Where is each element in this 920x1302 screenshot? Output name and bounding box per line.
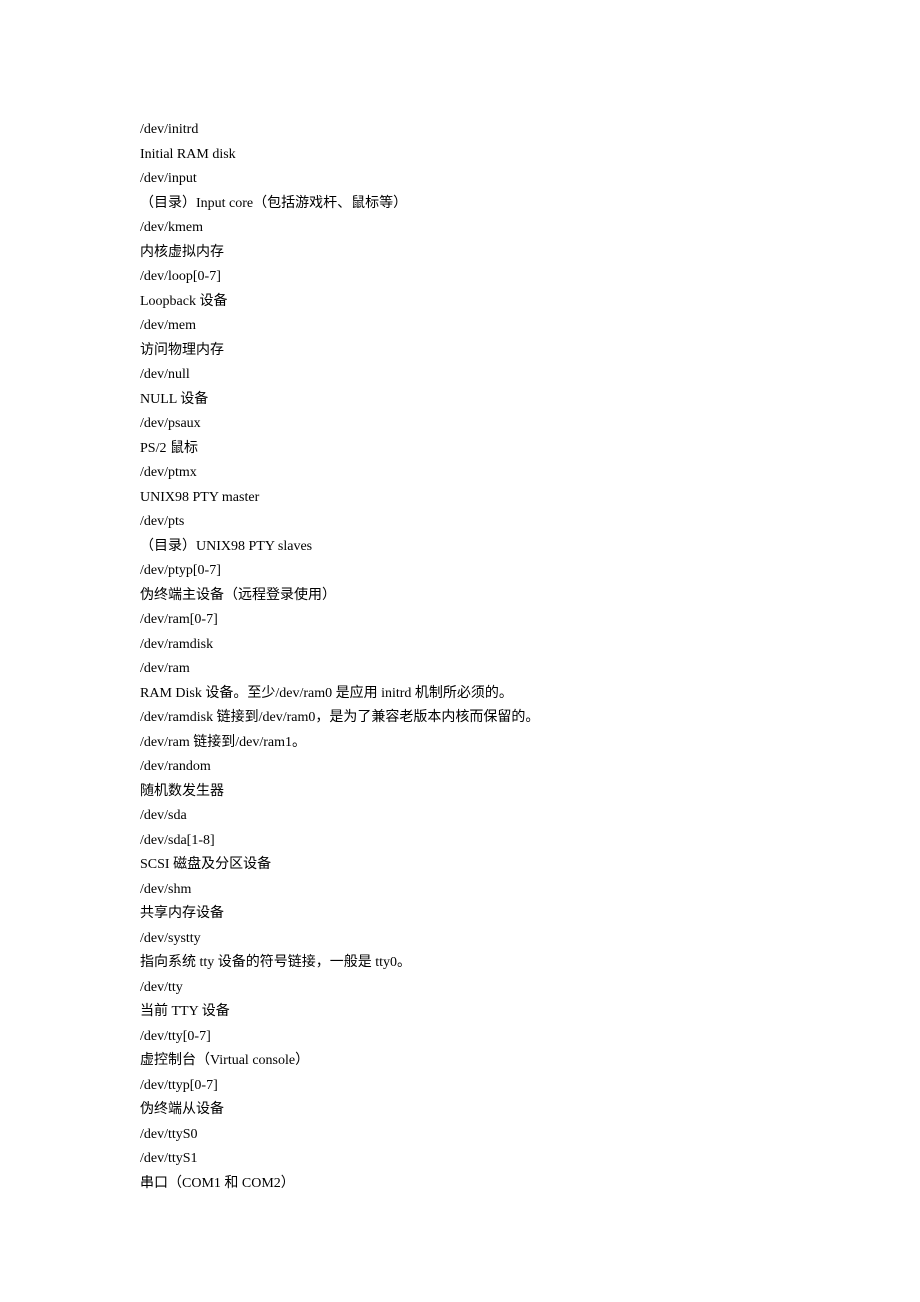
- text-line: Initial RAM disk: [140, 143, 780, 168]
- text-line: 虚控制台（Virtual console）: [140, 1049, 780, 1074]
- text-line: /dev/ram 链接到/dev/ram1。: [140, 731, 780, 756]
- text-line: /dev/sda[1-8]: [140, 829, 780, 854]
- text-line: /dev/null: [140, 363, 780, 388]
- text-line: SCSI 磁盘及分区设备: [140, 853, 780, 878]
- text-line: /dev/input: [140, 167, 780, 192]
- text-line: UNIX98 PTY master: [140, 486, 780, 511]
- text-line: /dev/pts: [140, 510, 780, 535]
- text-line: /dev/psaux: [140, 412, 780, 437]
- text-line: 当前 TTY 设备: [140, 1000, 780, 1025]
- text-line: /dev/ttyp[0-7]: [140, 1074, 780, 1099]
- text-line: 共享内存设备: [140, 902, 780, 927]
- text-line: 串口（COM1 和 COM2）: [140, 1172, 780, 1197]
- text-line: /dev/mem: [140, 314, 780, 339]
- text-line: /dev/ptyp[0-7]: [140, 559, 780, 584]
- text-line: 随机数发生器: [140, 780, 780, 805]
- text-line: /dev/sda: [140, 804, 780, 829]
- text-line: 伪终端从设备: [140, 1098, 780, 1123]
- text-line: /dev/ttyS0: [140, 1123, 780, 1148]
- text-line: /dev/systty: [140, 927, 780, 952]
- text-line: 伪终端主设备（远程登录使用）: [140, 584, 780, 609]
- text-line: 访问物理内存: [140, 339, 780, 364]
- text-line: /dev/tty: [140, 976, 780, 1001]
- text-line: 内核虚拟内存: [140, 241, 780, 266]
- text-line: （目录）UNIX98 PTY slaves: [140, 535, 780, 560]
- text-line: /dev/initrd: [140, 118, 780, 143]
- text-line: /dev/shm: [140, 878, 780, 903]
- text-line: /dev/ram: [140, 657, 780, 682]
- text-line: /dev/random: [140, 755, 780, 780]
- text-line: /dev/kmem: [140, 216, 780, 241]
- text-line: /dev/loop[0-7]: [140, 265, 780, 290]
- text-line: /dev/tty[0-7]: [140, 1025, 780, 1050]
- text-line: Loopback 设备: [140, 290, 780, 315]
- text-line: /dev/ram[0-7]: [140, 608, 780, 633]
- document-page: /dev/initrd Initial RAM disk /dev/input …: [0, 0, 920, 1302]
- text-line: PS/2 鼠标: [140, 437, 780, 462]
- text-line: /dev/ramdisk: [140, 633, 780, 658]
- text-line: NULL 设备: [140, 388, 780, 413]
- text-line: /dev/ttyS1: [140, 1147, 780, 1172]
- text-line: /dev/ramdisk 链接到/dev/ram0，是为了兼容老版本内核而保留的…: [140, 706, 780, 731]
- text-line: （目录）Input core（包括游戏杆、鼠标等）: [140, 192, 780, 217]
- text-line: 指向系统 tty 设备的符号链接，一般是 tty0。: [140, 951, 780, 976]
- text-line: /dev/ptmx: [140, 461, 780, 486]
- text-line: RAM Disk 设备。至少/dev/ram0 是应用 initrd 机制所必须…: [140, 682, 780, 707]
